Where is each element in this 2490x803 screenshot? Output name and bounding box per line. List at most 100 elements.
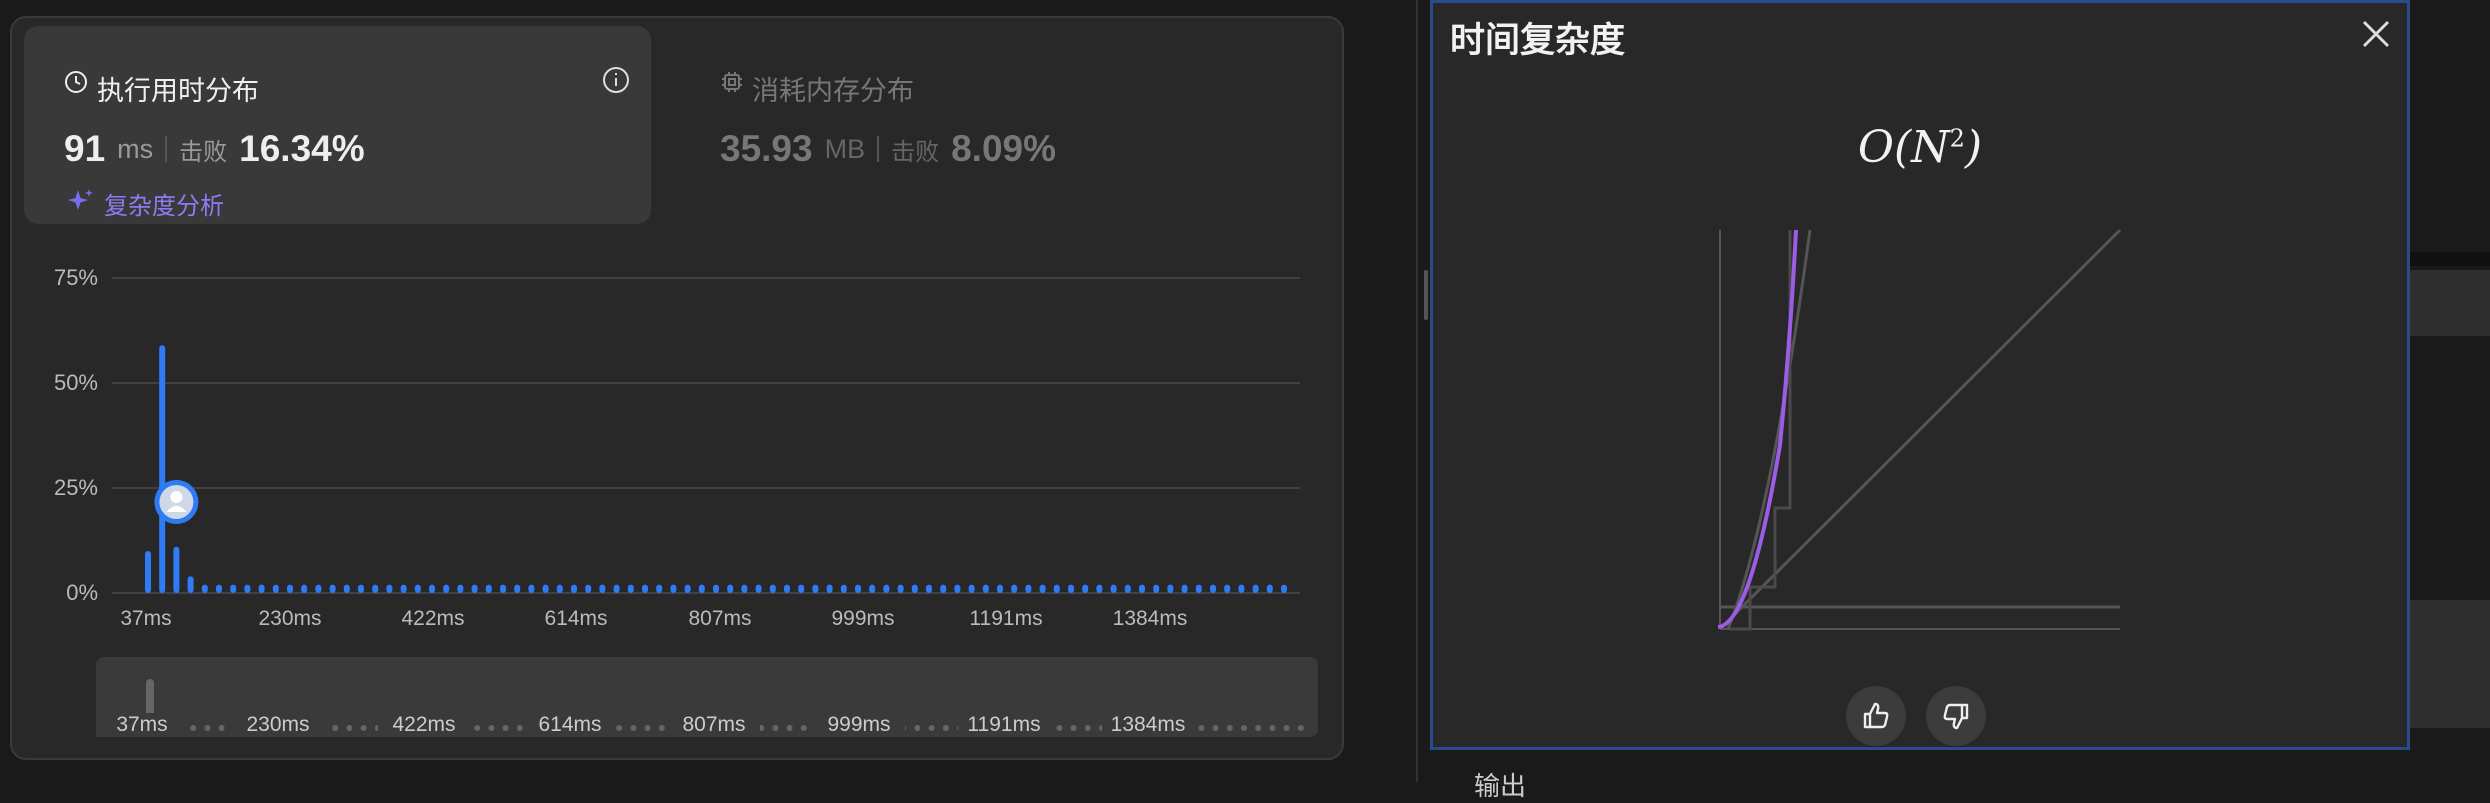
histogram-bar <box>201 584 208 593</box>
histogram-bar <box>443 584 450 593</box>
histogram-bar <box>1224 584 1231 593</box>
histogram-bar <box>585 584 592 593</box>
histogram-bar <box>1281 584 1287 593</box>
histogram-bar <box>1124 584 1131 593</box>
histogram-bar <box>485 584 492 593</box>
slider-mini-bar <box>1084 725 1091 731</box>
histogram-bar <box>627 584 634 593</box>
slider-mini-bar <box>800 725 807 731</box>
complexity-graph <box>1717 228 2122 631</box>
slider-mini-bar <box>474 725 481 731</box>
slider-mini-bar <box>190 725 197 731</box>
slider-mini-bar <box>1255 725 1262 731</box>
complexity-analysis-link[interactable]: 复杂度分析 <box>66 186 224 221</box>
histogram-bar <box>145 551 151 593</box>
slider-mini-bar <box>630 725 637 731</box>
histogram-bar <box>684 584 691 593</box>
runtime-unit: ms <box>117 133 154 164</box>
histogram-bar <box>301 584 308 593</box>
histogram-bar <box>1210 584 1216 593</box>
clock-icon <box>64 70 88 99</box>
histogram-bar <box>883 584 890 593</box>
histogram-bar <box>741 584 748 593</box>
slider-mini-bar <box>914 725 921 731</box>
slider-mini-bar <box>658 725 665 731</box>
slider-mini-bar <box>332 725 339 731</box>
histogram-bar <box>727 584 734 593</box>
slider-mini-bar <box>502 725 509 731</box>
histogram-bar <box>1252 584 1259 593</box>
histogram-bar <box>1096 584 1103 593</box>
thumbs-down-button[interactable] <box>1926 686 1986 746</box>
x-tick-label: 999ms <box>831 607 894 630</box>
splitter-handle[interactable] <box>1424 270 1428 320</box>
thumbs-up-button[interactable] <box>1846 686 1906 746</box>
memory-unit: MB <box>824 133 866 164</box>
histogram-bar <box>613 584 620 593</box>
slider-mini-bar <box>1269 725 1276 731</box>
range-slider[interactable]: 37ms 230ms 422ms 614ms 807ms 999ms 1191ms 1384m… <box>96 657 1318 737</box>
slider-mini-bar <box>1241 725 1247 731</box>
histogram-bar <box>784 584 790 593</box>
histogram-bar <box>315 584 322 593</box>
avatar-head <box>170 491 183 503</box>
histogram-bar <box>812 584 819 593</box>
histogram-bar <box>954 584 961 593</box>
runtime-histogram: 75% 50% 25% 0% 37ms 230ms 422ms 614ms 807ms 999ms… <box>54 265 1300 630</box>
slider-tick-label: 1384ms <box>1102 713 1194 737</box>
histogram-bar <box>911 584 918 593</box>
histogram-bar <box>1266 584 1273 593</box>
histogram-bar <box>1153 584 1160 593</box>
histogram-bar <box>698 584 705 593</box>
runtime-value: 91 <box>64 128 106 169</box>
chip-icon <box>720 70 744 99</box>
slider-mini-bar <box>644 725 651 731</box>
histogram-bar <box>386 584 393 593</box>
histogram-bar <box>272 584 279 593</box>
slider-mini-bar <box>516 725 523 731</box>
histogram-bar <box>670 584 677 593</box>
slider-mini-bar <box>1297 725 1304 731</box>
histogram-bar <box>713 584 719 593</box>
histogram-bar <box>826 584 833 593</box>
memory-beats-label: 击败 <box>891 138 940 166</box>
histogram-bar <box>656 584 663 593</box>
histogram-bar <box>840 584 847 593</box>
histogram-bar <box>997 584 1003 593</box>
runtime-card[interactable]: 执行用时分布 91 ms 击败 16.34% 复杂度分析 <box>24 26 651 224</box>
histogram-bar <box>159 345 166 593</box>
slider-tick-label: 999ms <box>813 713 905 737</box>
histogram-bar <box>429 584 435 593</box>
slider-tick-label: 1191ms <box>958 713 1050 737</box>
memory-beats-value: 8.09% <box>951 128 1057 169</box>
slider-mini-bar <box>928 725 935 731</box>
memory-card[interactable]: 消耗内存分布 35.93 MB 击败 8.09% <box>660 26 1300 224</box>
splitter[interactable] <box>1416 0 1418 782</box>
slider-mini-bar <box>346 725 353 731</box>
slider-mini-bar <box>218 725 225 731</box>
x-tick-label: 614ms <box>544 607 607 630</box>
histogram-bar <box>414 584 421 593</box>
slider-tick-label: 230ms <box>232 713 324 737</box>
x-tick-label: 422ms <box>401 607 464 630</box>
slider-mini-bar <box>488 725 495 731</box>
complexity-modal: 时间复杂度 O(N2) <box>1430 0 2410 750</box>
x-tick-label: 230ms <box>258 607 321 630</box>
histogram-bar <box>1238 584 1245 593</box>
close-icon[interactable] <box>2358 16 2394 57</box>
histogram-bar <box>798 584 805 593</box>
histogram-bar <box>556 584 563 593</box>
histogram-bar <box>542 584 549 593</box>
bg-strip <box>2410 252 2490 266</box>
histogram-bar <box>372 584 379 593</box>
runtime-title: 执行用时分布 <box>97 76 259 106</box>
y-tick-label: 0% <box>66 580 98 605</box>
histogram-bar <box>1181 584 1188 593</box>
info-icon[interactable] <box>602 66 630 99</box>
y-tick-label: 50% <box>54 370 98 395</box>
histogram-bar <box>358 584 364 593</box>
histogram-bar <box>216 584 222 593</box>
user-avatar-marker[interactable] <box>154 480 199 524</box>
slider-mini-bar <box>204 725 211 731</box>
histogram-bar <box>940 584 947 593</box>
